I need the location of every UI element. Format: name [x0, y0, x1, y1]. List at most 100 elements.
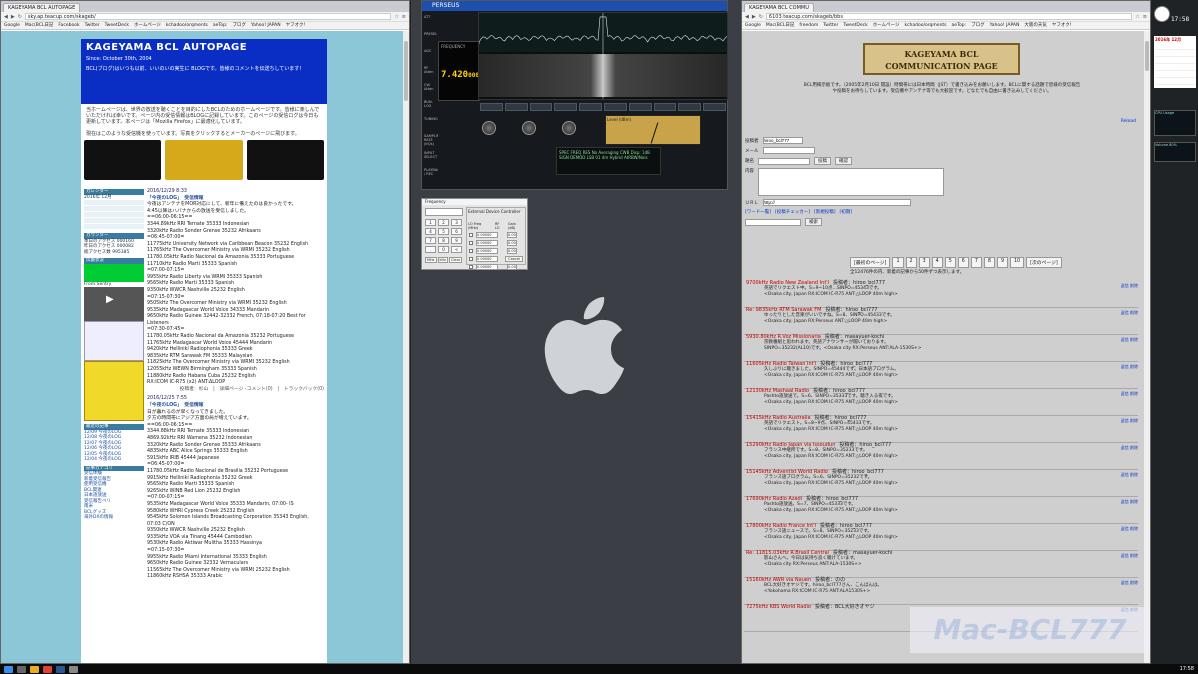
left-tab[interactable]: KAGEYAMA BCL AUTOPAGE [3, 3, 81, 12]
reply-link[interactable]: 返信 削除 [1121, 283, 1138, 288]
bookmark-item[interactable]: ブログ [971, 22, 985, 29]
reload-icon[interactable]: ↻ [759, 14, 763, 20]
page-link[interactable]: 5 [944, 257, 956, 268]
page-link[interactable]: 8 [983, 257, 995, 268]
app-icon[interactable] [69, 665, 78, 673]
menu-icon[interactable]: ≡ [1143, 14, 1147, 20]
keypad-key[interactable]: 5 [438, 228, 449, 235]
forward-icon[interactable]: ▶ [11, 14, 15, 20]
right-url-field[interactable]: 6103.teacup.com/skageb/bbs [765, 13, 1133, 20]
bookmark-item[interactable]: 大阪の天気 [1024, 22, 1047, 29]
left-scroll-thumb[interactable] [404, 41, 408, 101]
bookmark-item[interactable]: ブログ [232, 22, 246, 29]
keypad-unit-key[interactable]: MHz [425, 257, 437, 263]
page-link[interactable]: 9 [996, 257, 1008, 268]
diagram-thumbnail[interactable] [84, 321, 144, 361]
form-link[interactable]: [初期] [840, 209, 853, 215]
bookmark-item[interactable]: TweetDeck [105, 22, 129, 29]
keypad-key[interactable]: 0 [438, 246, 449, 253]
filter-knob[interactable] [562, 121, 576, 135]
page-link[interactable]: 3 [918, 257, 930, 268]
confirm-button[interactable]: 確認 [835, 157, 852, 165]
bookmark-item[interactable]: TweetDeck [843, 22, 867, 29]
reply-link[interactable]: 返信 削除 [1121, 337, 1138, 342]
bookmark-item[interactable]: ホームページ [134, 22, 161, 29]
keypad-key[interactable]: 1 [425, 219, 436, 226]
keypad-unit-key[interactable]: kHz [437, 257, 448, 263]
receiver-photo-1[interactable] [84, 140, 162, 180]
video-thumbnail[interactable]: ▶ [84, 287, 144, 321]
menu-icon[interactable]: ≡ [402, 14, 406, 20]
bookmark-item[interactable]: Yahoo! JAPAN [251, 22, 281, 29]
page-link[interactable]: 7 [970, 257, 982, 268]
form-link[interactable]: [投稿チェッカー] [775, 209, 810, 215]
receiver-photo-2[interactable] [165, 140, 243, 180]
freq-entry-field[interactable] [425, 208, 463, 216]
page-link[interactable]: 4 [931, 257, 943, 268]
frequency-display[interactable]: FREQUENCY 7.420000 [438, 41, 480, 101]
left-url-field[interactable]: sky.ap.teacup.com/skageb/ [24, 13, 392, 20]
keypad-key[interactable]: 7 [425, 237, 436, 244]
bookmark-item[interactable]: Twitter [823, 22, 838, 29]
page-link[interactable]: [最初のページ] [850, 257, 891, 268]
reply-link[interactable]: 返信 削除 [1121, 553, 1138, 558]
keypad-key[interactable]: 9 [451, 237, 462, 244]
tuning-knob[interactable] [522, 121, 536, 135]
post-title[interactable]: 「今夜のLOG」 受信情報 [147, 403, 324, 410]
reply-link[interactable]: 返信 削除 [1121, 499, 1138, 504]
bookmark-item[interactable]: ヤフオク! [1052, 22, 1072, 29]
ext-row-freq[interactable]: 0.00000 [476, 240, 498, 246]
reply-link[interactable]: 返信 削除 [1121, 445, 1138, 450]
right-scroll-thumb[interactable] [1145, 41, 1149, 71]
reply-link[interactable]: 返信 削除 [1121, 418, 1138, 423]
right-scrollbar[interactable] [1144, 31, 1150, 663]
ext-row-checkbox[interactable] [469, 233, 473, 237]
ext-row-freq[interactable]: 0.00000 [476, 256, 498, 262]
ext-row-gain[interactable]: 0.00 [507, 232, 517, 238]
bookmark-item[interactable]: aeTop: [213, 22, 228, 29]
ext-row-gain[interactable]: 0.00 [507, 240, 517, 246]
play-icon[interactable]: ▶ [106, 295, 114, 304]
mode-button-8[interactable] [653, 103, 677, 111]
bookmark-item[interactable]: freedom [799, 22, 818, 29]
page-link[interactable]: 2 [905, 257, 917, 268]
bookmark-item[interactable]: Mac(BCL日記 [766, 22, 795, 29]
page-link[interactable]: [次のページ] [1026, 257, 1062, 268]
bookmark-item[interactable]: kchadoo/orqments [904, 22, 946, 29]
chrome-icon[interactable] [43, 665, 52, 673]
mode-button-5[interactable] [579, 103, 602, 111]
reload-icon[interactable]: ↻ [18, 14, 22, 20]
url-input[interactable] [762, 199, 911, 206]
receiver-photo-3[interactable] [246, 140, 324, 180]
star-icon[interactable]: ☆ [1135, 14, 1139, 20]
ext-row-checkbox[interactable] [469, 257, 473, 261]
form-link[interactable]: [ワード一覧] [745, 209, 771, 215]
mode-button-1[interactable] [480, 103, 503, 111]
mode-button-6[interactable] [603, 103, 627, 111]
reply-link[interactable]: 返信 削除 [1121, 580, 1138, 585]
form-link[interactable]: [新規投稿] [814, 209, 836, 215]
volume-knob[interactable] [482, 121, 496, 135]
archive-item[interactable]: 海外DXの情報 [84, 515, 144, 521]
search-button[interactable]: 検索 [805, 218, 822, 226]
bookmark-item[interactable]: Google [4, 22, 20, 29]
star-icon[interactable]: ☆ [394, 14, 398, 20]
explorer-icon[interactable] [30, 665, 39, 673]
spectrum-display[interactable] [478, 12, 728, 100]
content-textarea[interactable] [758, 168, 944, 196]
mail-input[interactable] [762, 147, 815, 154]
mode-button-10[interactable] [703, 103, 726, 111]
bbs-post-heading[interactable]: 7275kHz KBS World Radio [746, 604, 811, 610]
mode-button-7[interactable] [628, 103, 652, 111]
search-icon[interactable] [17, 665, 26, 673]
right-tab[interactable]: KAGEYAMA BCL COMMU [744, 3, 814, 12]
bookmark-item[interactable]: Yahoo! JAPAN [990, 22, 1020, 29]
cancel-button[interactable]: Cancel [505, 256, 523, 262]
bookmark-item[interactable]: Google [745, 22, 761, 29]
ext-row-gain[interactable]: 0.00 [507, 264, 517, 270]
keypad-key[interactable]: 4 [425, 228, 436, 235]
keypad-key[interactable]: 8 [438, 237, 449, 244]
send-button[interactable]: 投稿 [814, 157, 831, 165]
ext-row-gain[interactable]: 0.00 [507, 248, 517, 254]
reply-link[interactable]: 返信 削除 [1121, 526, 1138, 531]
